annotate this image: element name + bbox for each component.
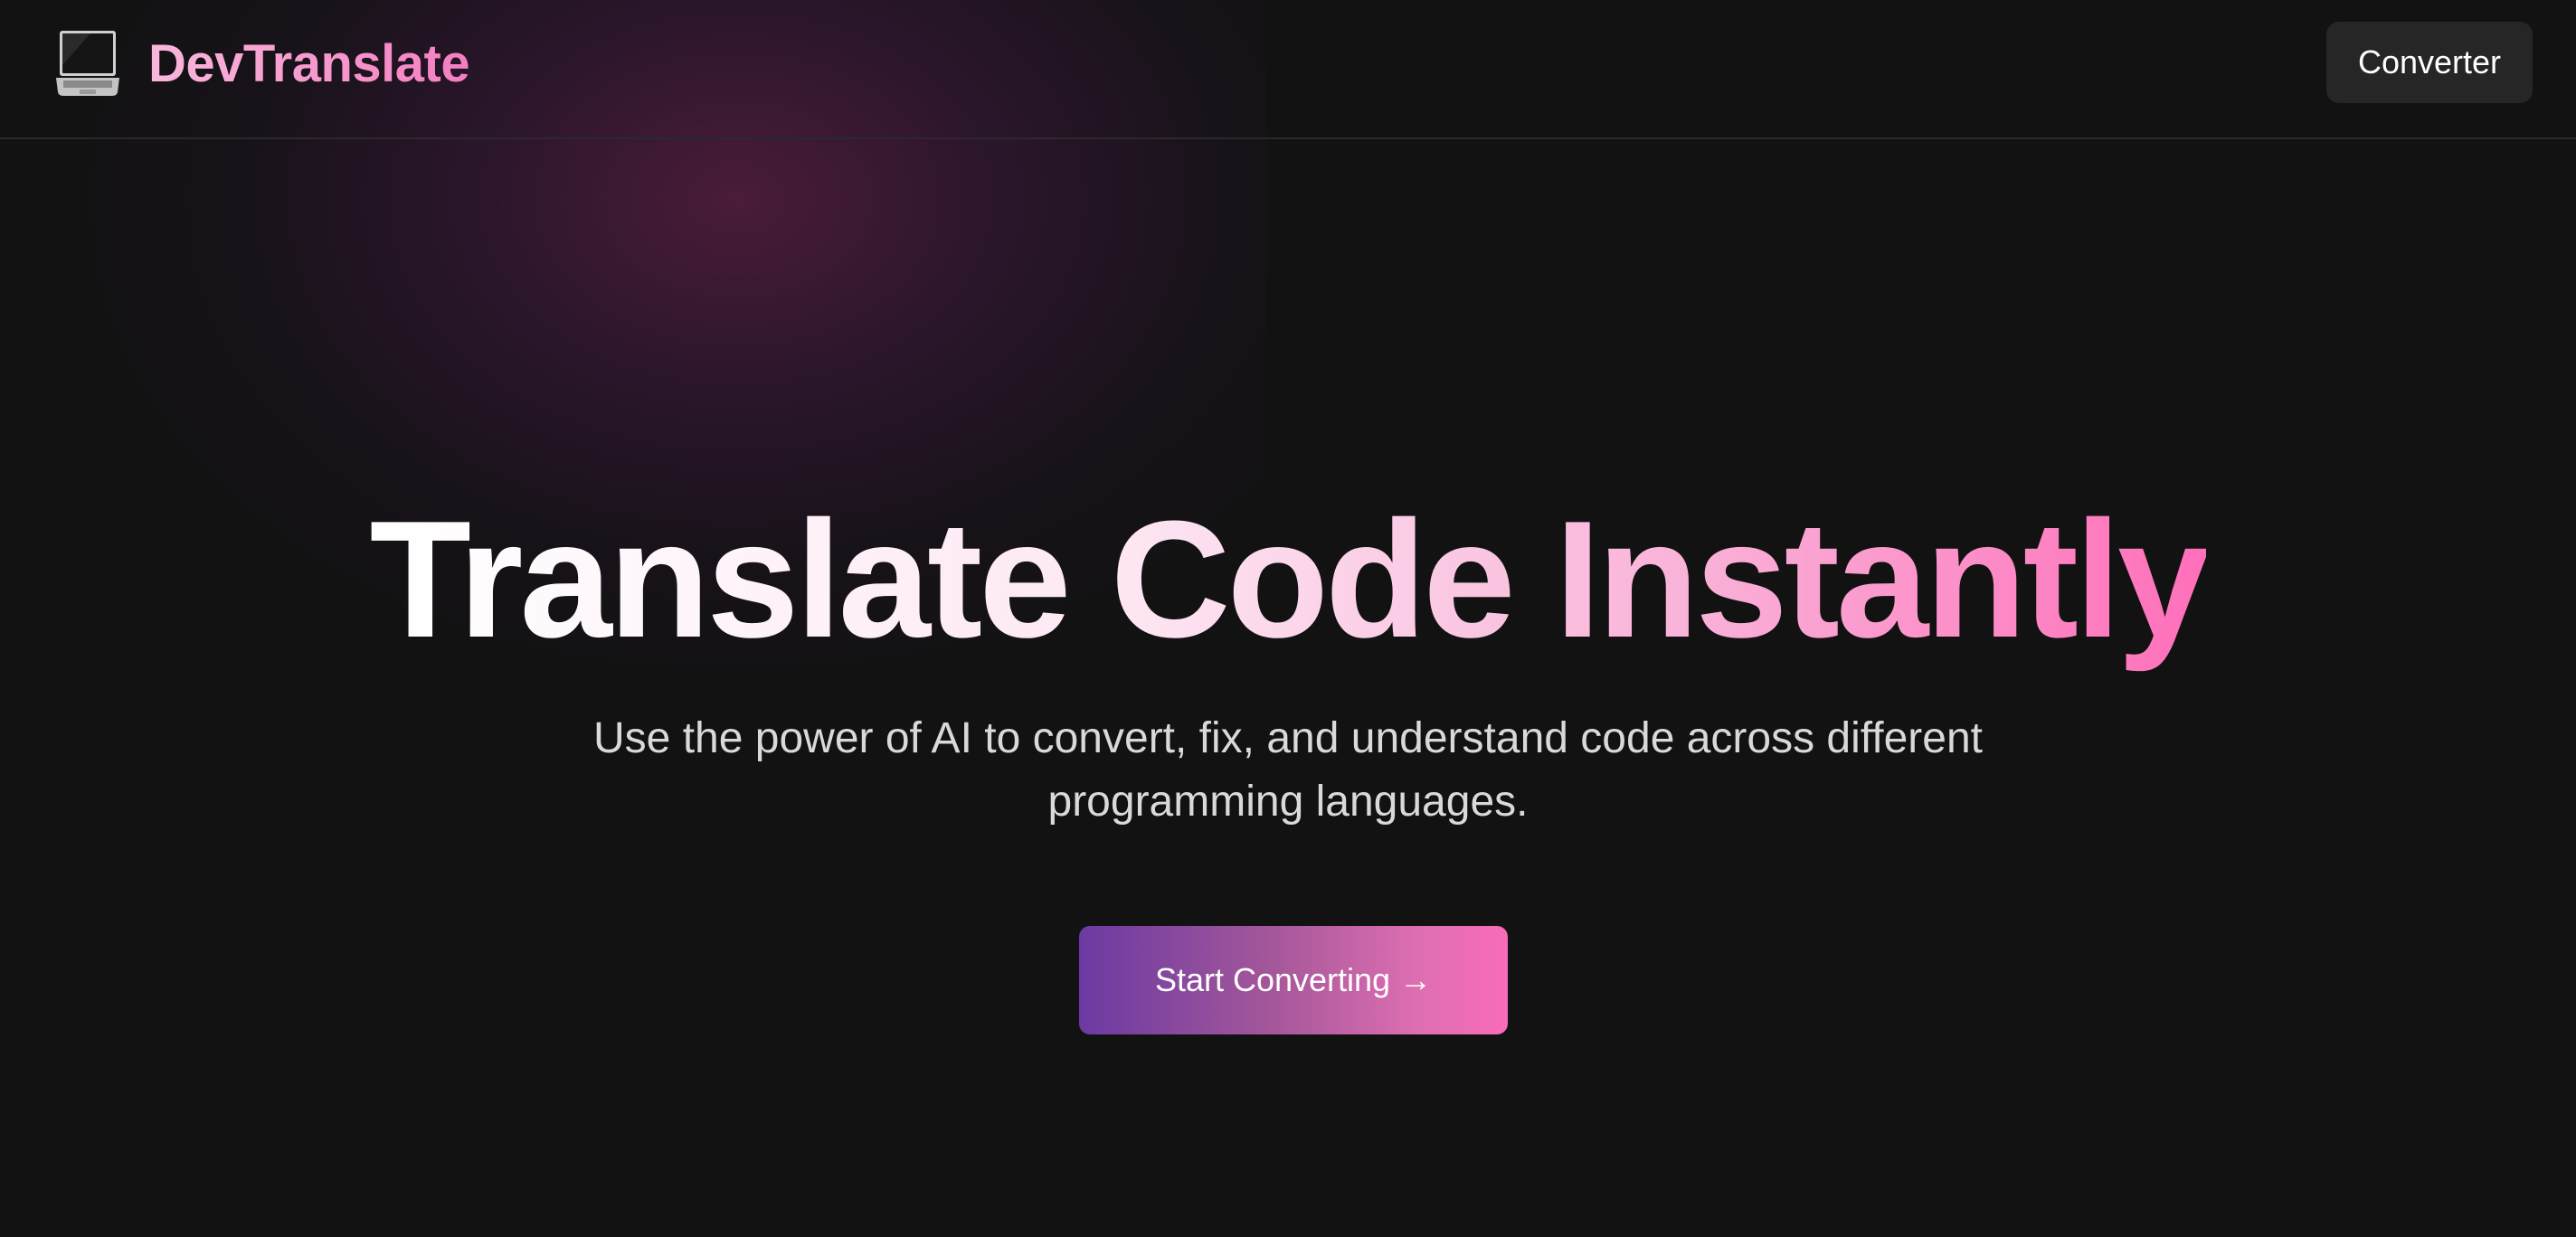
brand[interactable]: DevTranslate	[54, 25, 470, 101]
navbar: DevTranslate Converter	[0, 0, 2576, 139]
hero-title-text: Translate Code Instantly	[369, 486, 2211, 672]
converter-button[interactable]: Converter	[2326, 22, 2533, 103]
hero-title: Translate Code Instantly	[0, 488, 2576, 669]
brand-name: DevTranslate	[148, 33, 470, 93]
start-converting-button[interactable]: Start Converting →	[1079, 926, 1508, 1034]
hero-subtitle: Use the power of AI to convert, fix, and…	[593, 714, 1983, 826]
laptop-icon	[54, 29, 121, 98]
